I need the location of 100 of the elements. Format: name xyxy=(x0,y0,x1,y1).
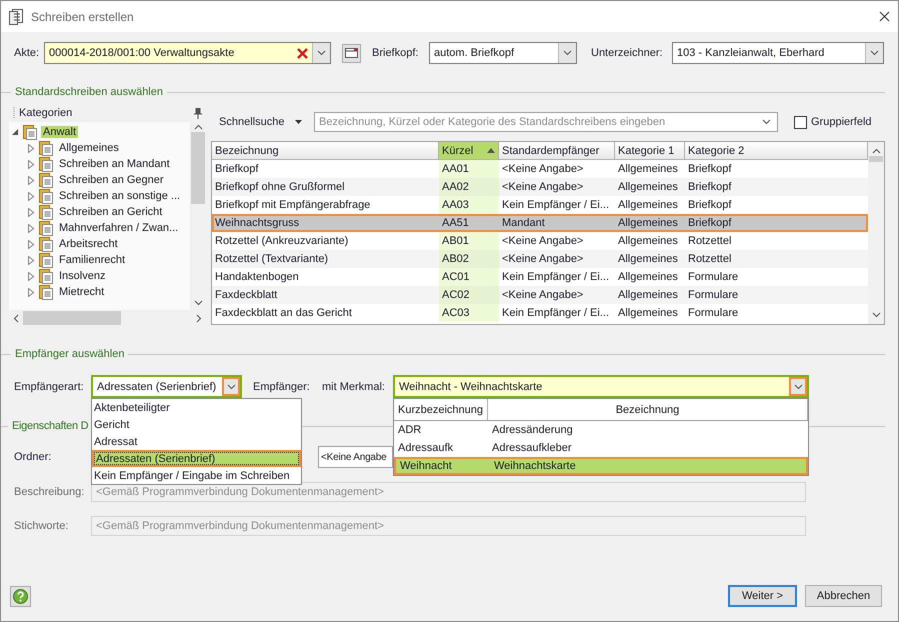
column-header[interactable]: Kürzel xyxy=(439,142,499,160)
table-cell-text: Briefkopf mit Empfängerabfrage xyxy=(214,198,372,213)
pin-icon[interactable] xyxy=(194,108,202,118)
akte-label: Akte: xyxy=(14,47,40,59)
text-field[interactable]: <Keine Angabe xyxy=(318,446,393,468)
dialog-button[interactable]: Abbrechen xyxy=(805,585,882,607)
feature-label: mit Merkmal: xyxy=(322,380,386,392)
scroll-down-icon[interactable] xyxy=(194,300,202,306)
table-row[interactable]: Briefkopf ohne Grußformel AA02 <Keine Angabe> Allgemeines Briefkopf xyxy=(212,178,868,196)
unterzeichner-combo[interactable]: 103 - Kanzleianwalt, Eberhard xyxy=(672,42,884,64)
recipient-label: Empfänger: xyxy=(253,380,311,392)
tree-item[interactable]: Schreiben an Gericht xyxy=(57,206,164,218)
table-cell-text: Allgemeines xyxy=(617,270,679,285)
expander-icon[interactable] xyxy=(27,208,35,216)
column-header[interactable]: Kategorie 1 xyxy=(615,142,685,160)
column-header[interactable]: Standardempfänger xyxy=(499,142,615,160)
chevron-down-icon[interactable] xyxy=(226,384,236,390)
dropdown-option[interactable]: Adressaten (Serienbrief) xyxy=(92,450,301,467)
table-row[interactable]: Handaktenbogen AC01 Kein Empfänger / Ei... Allgemeines Formulare xyxy=(212,268,868,286)
folder-document-icon xyxy=(39,140,53,156)
expander-icon[interactable] xyxy=(27,144,35,152)
expander-icon[interactable] xyxy=(11,128,19,136)
chevron-down-icon[interactable] xyxy=(870,50,879,56)
scroll-thumb[interactable] xyxy=(23,311,121,325)
dropdown-option[interactable]: Adressat xyxy=(92,433,301,450)
table-cell: AB01 xyxy=(439,232,499,250)
close-icon[interactable] xyxy=(879,11,890,22)
chevron-down-icon[interactable] xyxy=(317,50,326,56)
tree-item[interactable]: Schreiben an sonstige ... xyxy=(57,190,182,202)
akte-combo[interactable]: 000014-2018/001:00 Verwaltungsakte xyxy=(44,42,331,64)
table-cell-text: Briefkopf ohne Grußformel xyxy=(214,180,346,195)
table-cell-text: Briefkopf xyxy=(214,162,260,177)
tree-item[interactable]: Mahnverfahren / Zwan... xyxy=(57,222,180,234)
table-row[interactable]: Briefkopf mit Empfängerabfrage AA03 Kein Empfänger / Ei... Allgemeines Briefkopf xyxy=(212,196,868,214)
table-cell-text: Formulare xyxy=(687,306,740,321)
dropdown-icon[interactable] xyxy=(295,120,302,124)
table-cell: AA01 xyxy=(439,160,499,178)
column-header[interactable]: Kategorie 2 xyxy=(685,142,868,160)
expander-icon[interactable] xyxy=(27,288,35,296)
checkbox[interactable] xyxy=(794,116,807,128)
expander-icon[interactable] xyxy=(27,240,35,248)
expander-icon[interactable] xyxy=(27,272,35,280)
dropdown-row[interactable]: Weihnacht Weihnachtskarte xyxy=(394,457,808,475)
tree-item[interactable]: Schreiben an Mandant xyxy=(57,158,172,170)
window-title: Schreiben erstellen xyxy=(31,10,135,24)
chevron-down-icon[interactable] xyxy=(794,384,802,390)
tree-item[interactable]: Allgemeines xyxy=(57,142,121,154)
scroll-up-icon[interactable] xyxy=(194,124,202,130)
expander-icon[interactable] xyxy=(27,256,35,264)
scroll-thumb[interactable] xyxy=(869,156,883,162)
dropdown-option[interactable]: Gericht xyxy=(92,416,301,433)
chevron-down-icon[interactable] xyxy=(563,50,572,56)
dropdown-option[interactable]: Kein Empfänger / Eingabe im Schreiben xyxy=(92,467,301,484)
clear-icon[interactable] xyxy=(297,48,308,58)
chevron-down-icon[interactable] xyxy=(762,119,771,125)
column-header[interactable]: Kurzbezeichnung xyxy=(394,399,488,420)
dialog-button[interactable]: Weiter > xyxy=(728,585,797,607)
scroll-thumb[interactable] xyxy=(191,132,205,204)
table-row[interactable]: Faxdeckblatt AC02 <Keine Angabe> Allgemeines Formulare xyxy=(212,286,868,304)
table-cell-text: Allgemeines xyxy=(617,306,679,321)
tree-item[interactable]: Schreiben an Gegner xyxy=(57,174,166,186)
table-cell-text: Allgemeines xyxy=(617,216,679,231)
table-row[interactable]: Weihnachtsgruss AA51 Mandant Allgemeines Briefkopf xyxy=(212,214,868,232)
recipient-type-combo[interactable]: Adressaten (Serienbrief) xyxy=(91,375,242,398)
table-row[interactable]: Faxdeckblatt an das Gericht AC03 Kein Empfänger / Ei... Allgemeines Formulare xyxy=(212,304,868,322)
table-cell-text: Kein Empfänger / Ei... xyxy=(501,198,610,213)
table-row[interactable]: Rotzettel (Textvariante) AB02 <Keine Angabe> Allgemeines Rotzettel xyxy=(212,250,868,268)
scroll-left-icon[interactable] xyxy=(13,314,19,322)
table-row[interactable]: Rotzettel (Ankreuzvariante) AB01 <Keine Angabe> Allgemeines Rotzettel xyxy=(212,232,868,250)
expander-icon[interactable] xyxy=(27,176,35,184)
scroll-right-icon[interactable] xyxy=(196,314,202,322)
column-header[interactable]: Bezeichnung xyxy=(488,399,808,420)
tree-item[interactable]: Insolvenz xyxy=(57,270,108,282)
unterzeichner-label: Unterzeichner: xyxy=(591,47,664,59)
column-header[interactable]: Bezeichnung xyxy=(212,142,439,160)
window-button[interactable] xyxy=(342,44,361,62)
expander-icon[interactable] xyxy=(27,192,35,200)
dropdown-row[interactable]: ADR Adressänderung xyxy=(394,421,808,439)
tree-item[interactable]: Anwalt xyxy=(41,126,78,138)
tree-item[interactable]: Arbeitsrecht xyxy=(57,238,120,250)
help-button[interactable] xyxy=(10,586,31,606)
folder-document-icon xyxy=(39,172,53,188)
dropdown-option[interactable]: Aktenbeteiligter xyxy=(92,399,301,416)
table-cell-text: Faxdeckblatt xyxy=(214,288,278,303)
field-label: Stichworte: xyxy=(14,520,70,532)
table-cell: AA03 xyxy=(439,196,499,214)
feature-combo[interactable]: Weihnacht - Weihnachtskarte xyxy=(393,375,809,398)
folder-document-icon xyxy=(39,252,53,268)
table-row[interactable]: Briefkopf AA01 <Keine Angabe> Allgemeines Briefkopf xyxy=(212,160,868,178)
scroll-up-icon[interactable] xyxy=(872,148,880,154)
expander-icon[interactable] xyxy=(27,224,35,232)
scroll-down-icon[interactable] xyxy=(872,312,880,318)
briefkopf-combo[interactable]: autom. Briefkopf xyxy=(429,42,577,64)
folder-document-icon xyxy=(39,236,53,252)
tree-item[interactable]: Mietrecht xyxy=(57,286,106,298)
expander-icon[interactable] xyxy=(27,160,35,168)
table-cell-text: Mandant xyxy=(501,216,546,231)
tree-item[interactable]: Familienrecht xyxy=(57,254,128,266)
table-cell-text: ADR xyxy=(397,424,422,436)
dropdown-row[interactable]: Adressaufk Adressaufkleber xyxy=(394,439,808,457)
